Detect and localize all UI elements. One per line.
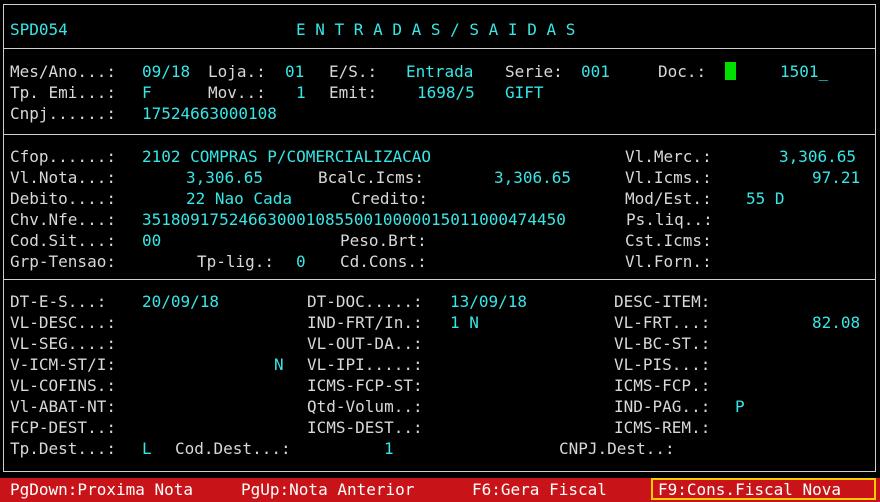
cod-dest-label: Cod.Dest...: xyxy=(175,439,291,458)
vl-icms-label: Vl.Icms.: xyxy=(625,168,712,187)
loja-label: Loja.: xyxy=(208,62,266,81)
vl-seg-label: VL-SEG....: xyxy=(10,334,116,353)
ind-pag-field[interactable]: P xyxy=(735,397,745,417)
doc-field[interactable]: 1501_ xyxy=(780,62,828,82)
ps-liq-label: Ps.liq..: xyxy=(626,210,713,229)
mes-ano-field[interactable]: 09/18 xyxy=(142,62,190,82)
page-title: E N T R A D A S / S A I D A S xyxy=(296,20,576,39)
icms-rem-label: ICMS-REM.: xyxy=(614,418,711,437)
emit-field[interactable]: 1698/5 xyxy=(417,83,475,103)
vl-abat-label: Vl-ABAT-NT: xyxy=(10,397,116,416)
fcp-dest-label: FCP-DEST..: xyxy=(10,418,116,437)
cod-sit-label: Cod.Sit...: xyxy=(10,231,116,250)
loja-field[interactable]: 01 xyxy=(285,62,304,82)
vl-nota-field[interactable]: 3,306.65 xyxy=(186,168,263,188)
tp-lig-label: Tp-lig.: xyxy=(197,252,275,271)
mov-field[interactable]: 1 xyxy=(296,83,306,103)
vl-ipi-label: VL-IPI.....: xyxy=(307,355,423,374)
cfop-field[interactable]: 2102 COMPRAS P/COMERCIALIZACAO xyxy=(142,147,431,167)
mov-label: Mov..: xyxy=(208,83,266,102)
peso-brt-label: Peso.Brt: xyxy=(340,231,427,250)
dt-doc-field[interactable]: 13/09/18 xyxy=(450,292,527,312)
es-label: E/S.: xyxy=(329,62,378,81)
mod-est-label: Mod/Est.: xyxy=(625,189,712,208)
chv-nfe-label: Chv.Nfe...: xyxy=(10,210,116,229)
vl-cofins-label: VL-COFINS.: xyxy=(10,376,116,395)
icms-fcp-st-label: ICMS-FCP-ST: xyxy=(307,376,423,395)
vl-merc-label: Vl.Merc.: xyxy=(625,147,712,166)
tp-emi-field[interactable]: F xyxy=(142,83,152,103)
emit-label: Emit: xyxy=(329,83,378,102)
cd-cons-label: Cd.Cons.: xyxy=(340,252,427,271)
cnpj-field[interactable]: 17524663000108 xyxy=(142,104,277,124)
cod-dest-field[interactable]: 1 xyxy=(384,439,394,459)
vl-frt-field[interactable]: 82.08 xyxy=(812,313,860,333)
grp-tensao-label: Grp-Tensao: xyxy=(10,252,116,271)
v-icm-st-label: V-ICM-ST/I: xyxy=(10,355,116,374)
cnpj-dest-label: CNPJ.Dest..: xyxy=(559,439,675,458)
f9-key[interactable]: F9:Cons.Fiscal Nova xyxy=(658,481,841,499)
cnpj-label: Cnpj......: xyxy=(10,104,116,123)
tp-lig-field[interactable]: 0 xyxy=(296,252,306,272)
vl-bc-st-label: VL-BC-ST.: xyxy=(614,334,711,353)
cst-icms-label: Cst.Icms: xyxy=(625,231,712,250)
tp-dest-label: Tp.Dest...: xyxy=(10,439,116,458)
bcalc-label: Bcalc.Icms: xyxy=(318,168,424,187)
debito-field[interactable]: 22 Nao Cada xyxy=(186,189,292,209)
vl-nota-label: Vl.Nota...: xyxy=(10,168,116,187)
serie-field[interactable]: 001 xyxy=(581,62,610,82)
divider-header xyxy=(4,48,875,49)
vl-icms-field[interactable]: 97.21 xyxy=(812,168,860,188)
ind-frt-field[interactable]: 1 N xyxy=(450,313,479,333)
vl-desc-label: VL-DESC...: xyxy=(10,313,116,332)
es-field[interactable]: Entrada xyxy=(406,62,473,82)
vl-merc-field[interactable]: 3,306.65 xyxy=(779,147,856,167)
chv-nfe-field[interactable]: 3518091752466300010855001000001501100047… xyxy=(142,210,566,230)
f6-key[interactable]: F6:Gera Fiscal xyxy=(472,481,607,499)
emit-name: GIFT xyxy=(505,83,544,102)
vl-forn-label: Vl.Forn.: xyxy=(625,252,712,271)
dt-doc-label: DT-DOC.....: xyxy=(307,292,423,311)
cod-sit-field[interactable]: 00 xyxy=(142,231,161,251)
dt-es-label: DT-E-S...: xyxy=(10,292,107,311)
vl-frt-label: VL-FRT...: xyxy=(614,313,711,332)
desc-item-label: DESC-ITEM: xyxy=(614,292,711,311)
ind-frt-label: IND-FRT/In.: xyxy=(307,313,423,332)
ind-pag-label: IND-PAG..: xyxy=(614,397,711,416)
doc-label: Doc.: xyxy=(658,62,707,81)
dt-es-field[interactable]: 20/09/18 xyxy=(142,292,219,312)
tp-dest-field[interactable]: L xyxy=(142,439,152,459)
icms-dest-label: ICMS-DEST..: xyxy=(307,418,423,437)
credito-label: Credito: xyxy=(351,189,429,208)
cfop-label: Cfop......: xyxy=(10,147,116,166)
pgup-key[interactable]: PgUp:Nota Anterior xyxy=(241,481,414,499)
divider-fiscal xyxy=(4,279,875,280)
debito-label: Debito....: xyxy=(10,189,116,208)
bcalc-field[interactable]: 3,306.65 xyxy=(494,168,571,188)
pgdown-key[interactable]: PgDown:Proxima Nota xyxy=(10,481,193,499)
qtd-volum-label: Qtd-Volum..: xyxy=(307,397,423,416)
mes-ano-label: Mes/Ano...: xyxy=(10,62,116,81)
vl-pis-label: VL-PIS...: xyxy=(614,355,711,374)
divider-doc xyxy=(4,134,875,135)
serie-label: Serie: xyxy=(505,62,563,81)
text-cursor xyxy=(725,62,736,80)
tp-emi-label: Tp. Emi...: xyxy=(10,83,116,102)
v-icm-st-field[interactable]: N xyxy=(274,355,284,375)
program-code: SPD054 xyxy=(10,20,68,39)
icms-fcp-label: ICMS-FCP.: xyxy=(614,376,711,395)
mod-est-field[interactable]: 55 D xyxy=(746,189,785,209)
vl-out-da-label: VL-OUT-DA..: xyxy=(307,334,423,353)
